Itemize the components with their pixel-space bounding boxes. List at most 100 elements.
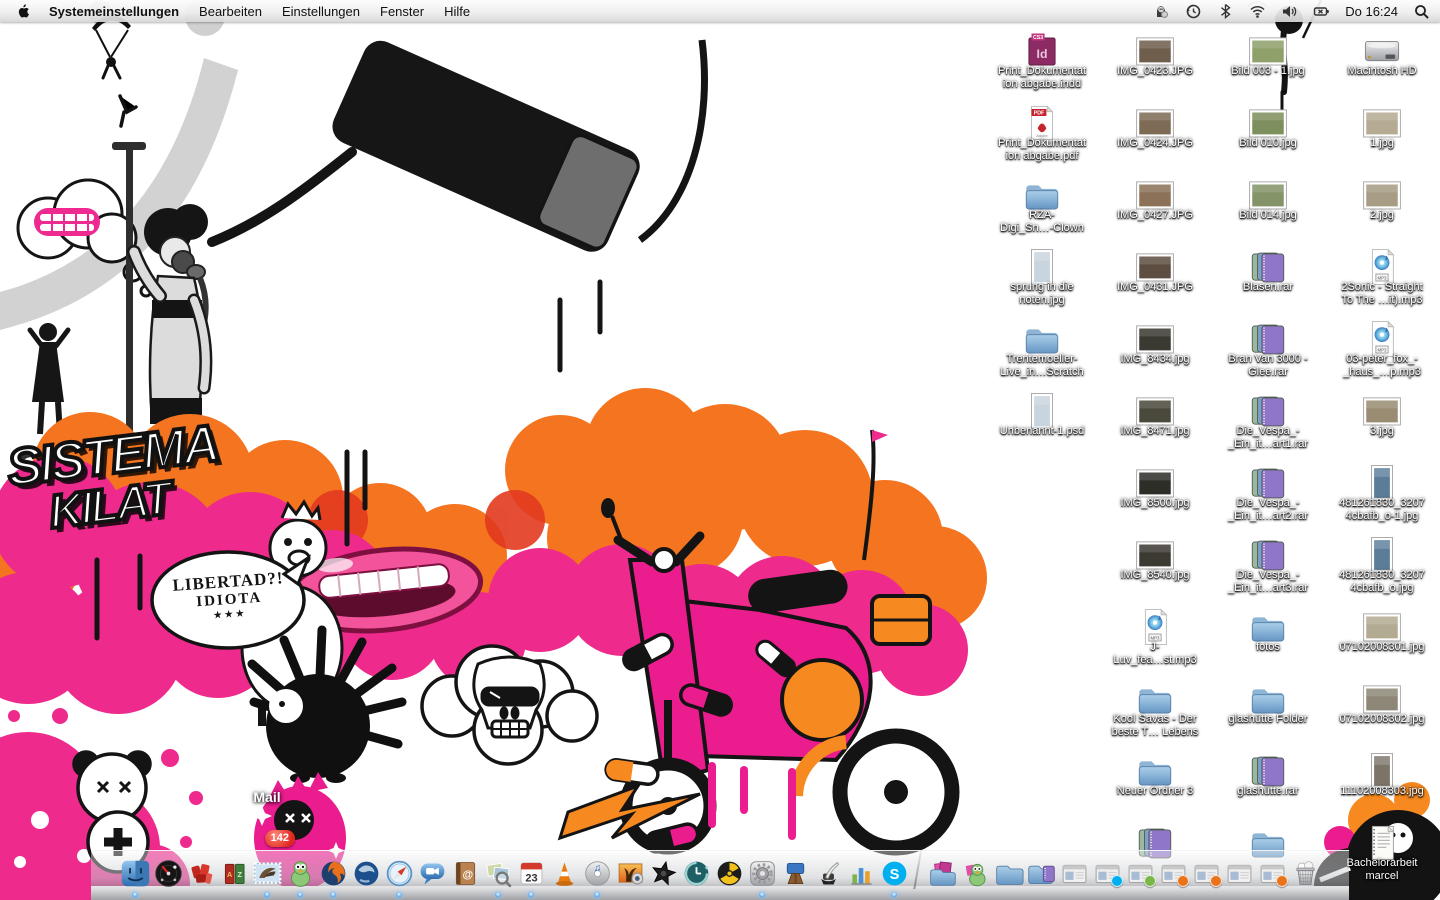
- desktop-icon-grid: Print_Dokumentat ion abgabe.indd Print_D…: [0, 0, 1440, 900]
- desktop-icon-img-8540-jpg[interactable]: IMG_8540.jpg: [1090, 537, 1220, 582]
- dock-icon-image: [384, 858, 415, 889]
- dock-skype[interactable]: [878, 856, 910, 889]
- dock-ichat[interactable]: [416, 856, 448, 889]
- desktop-icon-label: 03-peter_fox_- _haus_…p.mp3: [1317, 353, 1440, 379]
- desktop-icon-label: Blasen.rar: [1203, 281, 1333, 294]
- desktop-icon-1-jpg[interactable]: 1.jpg: [1317, 105, 1440, 150]
- desktop-icon-img-8471-jpg[interactable]: IMG_8471.jpg: [1090, 393, 1220, 438]
- dock-minimized-window-7[interactable]: [1256, 856, 1288, 889]
- dock-icon-image: [648, 858, 679, 889]
- dock-adium[interactable]: [284, 856, 316, 889]
- dock-toast[interactable]: [713, 856, 745, 889]
- dock-stack-duck[interactable]: [959, 856, 991, 889]
- desktop-icon-unbenannt-1-psd[interactable]: Unbenannt-1.psd: [977, 393, 1107, 438]
- battery-menu-icon[interactable]: [1313, 3, 1330, 20]
- desktop-icon-img-0431-jpg[interactable]: IMG_0431.JPG: [1090, 249, 1220, 294]
- desktop-icon-label: glashütte.rar: [1203, 785, 1333, 798]
- desktop-icon-2-jpg[interactable]: 2.jpg: [1317, 177, 1440, 222]
- dock-minimized-window-6[interactable]: [1223, 856, 1255, 889]
- desktop-icon-img-0427-jpg[interactable]: IMG_0427.JPG: [1090, 177, 1220, 222]
- dock-time-machine[interactable]: [680, 856, 712, 889]
- desktop-icon-11102008303-jpg[interactable]: 11102008303.jpg: [1317, 753, 1440, 798]
- desktop-icon-print-dokumentation-abgabe-indd[interactable]: Print_Dokumentat ion abgabe.indd: [977, 33, 1107, 91]
- dock-iphoto[interactable]: [614, 856, 646, 889]
- dock-itunes[interactable]: [581, 856, 613, 889]
- dock-minimized-window-1[interactable]: [1058, 856, 1090, 889]
- dock-red-blocks-app[interactable]: [185, 856, 217, 889]
- desktop-icon-img-0424-jpg[interactable]: IMG_0424.JPG: [1090, 105, 1220, 150]
- menu-fenster[interactable]: Fenster: [370, 4, 434, 19]
- volume-menu-icon[interactable]: [1281, 3, 1298, 20]
- desktop-icon-03-peter-fox-haus-mp3[interactable]: 03-peter_fox_- _haus_…p.mp3: [1317, 321, 1440, 379]
- dock-dashboard[interactable]: [152, 856, 184, 889]
- dock-system-preferences[interactable]: [746, 856, 778, 889]
- dock-numbers[interactable]: [845, 856, 877, 889]
- desktop-icon-die-vespa-art3-rar[interactable]: Die_Vespa_- _Ein_it…art3.rar: [1203, 537, 1333, 595]
- menu-systemeinstellungen[interactable]: Systemeinstellungen: [39, 4, 189, 19]
- dock-keynote[interactable]: [779, 856, 811, 889]
- dock-firefox[interactable]: [317, 856, 349, 889]
- dock-stack-folders[interactable]: [1025, 856, 1057, 889]
- menu-bearbeiten[interactable]: Bearbeiten: [189, 4, 272, 19]
- desktop-icon-bild-014-jpg[interactable]: Bild 014.jpg: [1203, 177, 1333, 222]
- apple-menu-icon[interactable]: [16, 3, 31, 20]
- desktop-icon-rza-digi-sn-clown-folder[interactable]: RZA- Digi_Sn…-Clown: [977, 177, 1107, 235]
- menu-hilfe[interactable]: Hilfe: [434, 4, 480, 19]
- dock-pages[interactable]: [812, 856, 844, 889]
- dock-stack-folder[interactable]: [992, 856, 1024, 889]
- dock-black-star-app[interactable]: [647, 856, 679, 889]
- menu-clock[interactable]: Do 16:24: [1345, 4, 1398, 19]
- time-machine-menu-icon[interactable]: [1185, 3, 1202, 20]
- dock-vlc[interactable]: [548, 856, 580, 889]
- desktop-icon-07102008302-jpg[interactable]: 07102008302.jpg: [1317, 681, 1440, 726]
- dock-minimized-window-2[interactable]: [1091, 856, 1123, 889]
- dock-dictionary[interactable]: [218, 856, 250, 889]
- desktop-icon-macintosh-hd[interactable]: Macintosh HD: [1317, 33, 1440, 78]
- dock-finder[interactable]: [119, 856, 151, 889]
- menu-einstellungen[interactable]: Einstellungen: [272, 4, 370, 19]
- desktop-icon-bran-van-3000-glee-rar[interactable]: Bran Van 3000 - Glee.rar: [1203, 321, 1333, 379]
- dock-preview[interactable]: [482, 856, 514, 889]
- desktop-icon-img-0423-jpg[interactable]: IMG_0423.JPG: [1090, 33, 1220, 78]
- desktop-icon-neuer-ordner-3-folder[interactable]: Neuer Ordner 3: [1090, 753, 1220, 798]
- app-character-menu-icon[interactable]: [1153, 3, 1170, 20]
- desktop-icon-2sonic-straight-mp3[interactable]: 2Sonic - Straight To The …it).mp3: [1317, 249, 1440, 307]
- desktop-icon-die-vespa-art1-rar[interactable]: Die_Vespa_- _Ein_it…art1.rar: [1203, 393, 1333, 451]
- desktop-icon-481261830-3207-4cbafb-o-1-jpg[interactable]: 481261830_3207 4cbafb_o-1.jpg: [1317, 465, 1440, 523]
- desktop-icon-print-dokumentation-abgabe-pdf[interactable]: Print_Dokumentat ion abgabe.pdf: [977, 105, 1107, 163]
- desktop-icon-3-jpg[interactable]: 3.jpg: [1317, 393, 1440, 438]
- desktop-icon-481261830-3207-4cbafb-o-jpg[interactable]: 481261830_3207 4cbafb_o.jpg: [1317, 537, 1440, 595]
- dock-mail[interactable]: 142Mail: [251, 856, 283, 889]
- dock-minimized-window-4[interactable]: [1157, 856, 1189, 889]
- desktop-icon-07102008301-jpg[interactable]: 07102008301.jpg: [1317, 609, 1440, 654]
- desktop-icon-bild-003-1-jpg[interactable]: Bild 003 - 1.jpg: [1203, 33, 1333, 78]
- desktop-icon-sprung-in-die-noten-jpg[interactable]: sprung in die noten.jpg: [977, 249, 1107, 307]
- wifi-menu-icon[interactable]: [1249, 3, 1266, 20]
- window-app-badge-firefox: [1177, 875, 1189, 887]
- desktop-icon-label: RZA- Digi_Sn…-Clown: [977, 209, 1107, 235]
- desktop-icon-img-8500-jpg[interactable]: IMG_8500.jpg: [1090, 465, 1220, 510]
- dock-address-book[interactable]: [449, 856, 481, 889]
- running-indicator: [495, 892, 501, 898]
- desktop-icon-img-8434-jpg[interactable]: IMG_8434.jpg: [1090, 321, 1220, 366]
- spotlight-menu-icon[interactable]: [1413, 3, 1430, 20]
- desktop-icon-bild-010-jpg[interactable]: Bild 010.jpg: [1203, 105, 1333, 150]
- desktop-icon-fotos-folder[interactable]: fotos: [1203, 609, 1333, 654]
- dock-google-earth[interactable]: [350, 856, 382, 889]
- dock-safari[interactable]: [383, 856, 415, 889]
- dock-ical[interactable]: [515, 856, 547, 889]
- desktop-icon-glashuette-folder[interactable]: glashütte Folder: [1203, 681, 1333, 726]
- desktop-icon-glashuette-rar[interactable]: glashütte.rar: [1203, 753, 1333, 798]
- dock-minimized-window-3[interactable]: [1124, 856, 1156, 889]
- dock-trash[interactable]: [1289, 856, 1321, 889]
- dock-stack-documents[interactable]: [926, 856, 958, 889]
- desktop-icon-blasen-rar[interactable]: Blasen.rar: [1203, 249, 1333, 294]
- dock-icon-image: [483, 858, 514, 889]
- desktop-icon-trentemoeller-live-folder[interactable]: Trentemoeller- Live_in…Scratch: [977, 321, 1107, 379]
- dock-minimized-window-5[interactable]: [1190, 856, 1222, 889]
- desktop-icon-die-vespa-art2-rar[interactable]: Die_Vespa_- _Ein_it…art2.rar: [1203, 465, 1333, 523]
- bluetooth-menu-icon[interactable]: [1217, 3, 1234, 20]
- desktop-icon-j-luv-mp3[interactable]: J- Luv_fea…st.mp3: [1090, 609, 1220, 667]
- dock-icon-image: [1026, 858, 1057, 889]
- desktop-icon-kool-savas-folder[interactable]: Kool Savas - Der beste T… Lebens: [1090, 681, 1220, 739]
